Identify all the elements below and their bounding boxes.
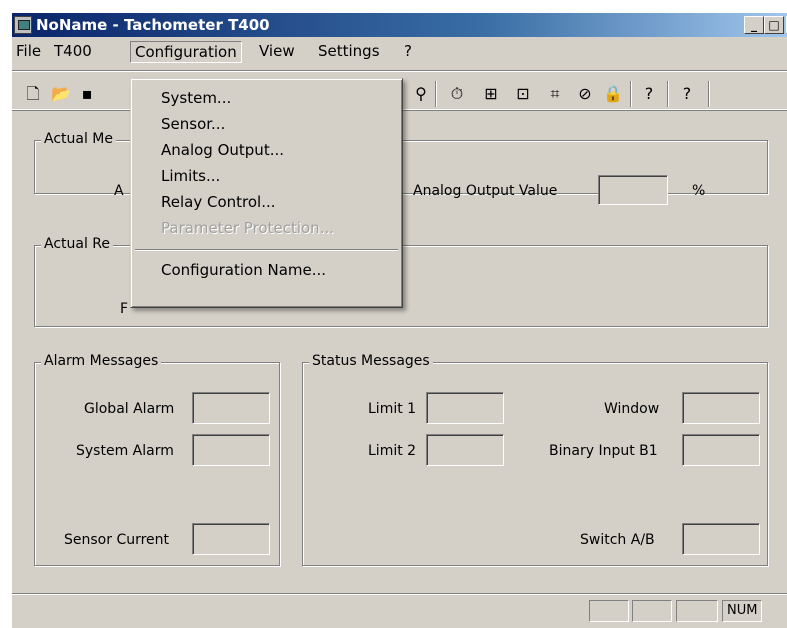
minimize-button[interactable]: _	[744, 16, 764, 34]
print-icon[interactable]: ⚲	[410, 83, 432, 105]
actual-measurements-title: Actual Me	[41, 131, 117, 147]
menu-configuration[interactable]: Configuration	[130, 41, 242, 63]
menu-t400[interactable]: T400	[50, 41, 96, 63]
menu-item-analog-output[interactable]: Analog Output...	[161, 141, 284, 159]
limit2-label: Limit 2	[368, 443, 417, 459]
title-bar[interactable]: NoName - Tachometer T400 _ □ x	[12, 13, 787, 37]
menu-file[interactable]: File	[12, 41, 45, 63]
num-lock-indicator: NUM	[722, 600, 762, 622]
status-bar: NUM	[12, 593, 787, 628]
app-icon	[14, 16, 32, 34]
menu-bar: File T400 Configuration View Settings ?	[12, 37, 787, 63]
actual-relay-title: Actual Re	[41, 236, 114, 252]
binary-io-icon[interactable]: ⊘	[574, 83, 596, 105]
system-alarm-field	[192, 434, 270, 466]
menu-item-sensor[interactable]: Sensor...	[161, 115, 225, 133]
open-folder-icon[interactable]: 📂	[50, 83, 72, 105]
new-file-icon[interactable]: 🗋	[22, 83, 44, 105]
global-alarm-field	[192, 392, 270, 424]
limit1-field	[426, 392, 504, 424]
menu-help[interactable]: ?	[400, 41, 416, 63]
limit2-field	[426, 434, 504, 466]
sensor-current-field	[192, 523, 270, 555]
lock-icon[interactable]: 🔒	[602, 83, 624, 105]
menu-item-system[interactable]: System...	[161, 89, 231, 107]
binary-input-field	[682, 434, 760, 466]
menu-item-limits[interactable]: Limits...	[161, 167, 220, 185]
system-alarm-label: System Alarm	[76, 443, 174, 459]
window-title: NoName - Tachometer T400	[36, 16, 270, 34]
limit1-label: Limit 1	[368, 401, 417, 417]
actual-measurement-label: A	[114, 183, 124, 199]
analog-output-field	[598, 175, 668, 205]
window-label: Window	[604, 401, 660, 417]
keypad-icon[interactable]: ⌗	[544, 83, 566, 105]
menu-item-parameter-protection: Parameter Protection...	[161, 219, 334, 237]
display-icon[interactable]: ⏱	[446, 83, 468, 105]
configuration-menu: System... Sensor... Analog Output... Lim…	[130, 78, 403, 308]
switch-ab-field	[682, 523, 760, 555]
status-panel-3	[676, 600, 718, 622]
status-messages-title: Status Messages	[309, 353, 433, 369]
global-alarm-label: Global Alarm	[84, 401, 175, 417]
save-icon[interactable]: ▪	[76, 83, 98, 105]
alarm-messages-title: Alarm Messages	[41, 353, 162, 369]
binary-input-label: Binary Input B1	[549, 443, 658, 459]
window-field	[682, 392, 760, 424]
help-t400-icon[interactable]: ?	[638, 83, 660, 105]
chip-icon[interactable]: ⊞	[480, 83, 502, 105]
menu-separator	[135, 249, 398, 251]
menu-item-relay-control[interactable]: Relay Control...	[161, 193, 276, 211]
switch-ab-label: Switch A/B	[580, 532, 655, 548]
menu-view[interactable]: View	[255, 41, 299, 63]
status-panel-1	[589, 600, 629, 622]
help-pc-icon[interactable]: ?	[676, 83, 698, 105]
maximize-button[interactable]: □	[764, 16, 784, 34]
sensor-current-label: Sensor Current	[64, 532, 170, 548]
menu-settings[interactable]: Settings	[314, 41, 384, 63]
actual-relay-label: F	[120, 301, 129, 317]
percent-unit-label: %	[692, 183, 706, 199]
status-panel-2	[632, 600, 672, 622]
analog-output-label: Analog Output Value	[413, 183, 558, 199]
chart-icon[interactable]: ⊡	[512, 83, 534, 105]
menu-item-configuration-name[interactable]: Configuration Name...	[161, 261, 326, 279]
